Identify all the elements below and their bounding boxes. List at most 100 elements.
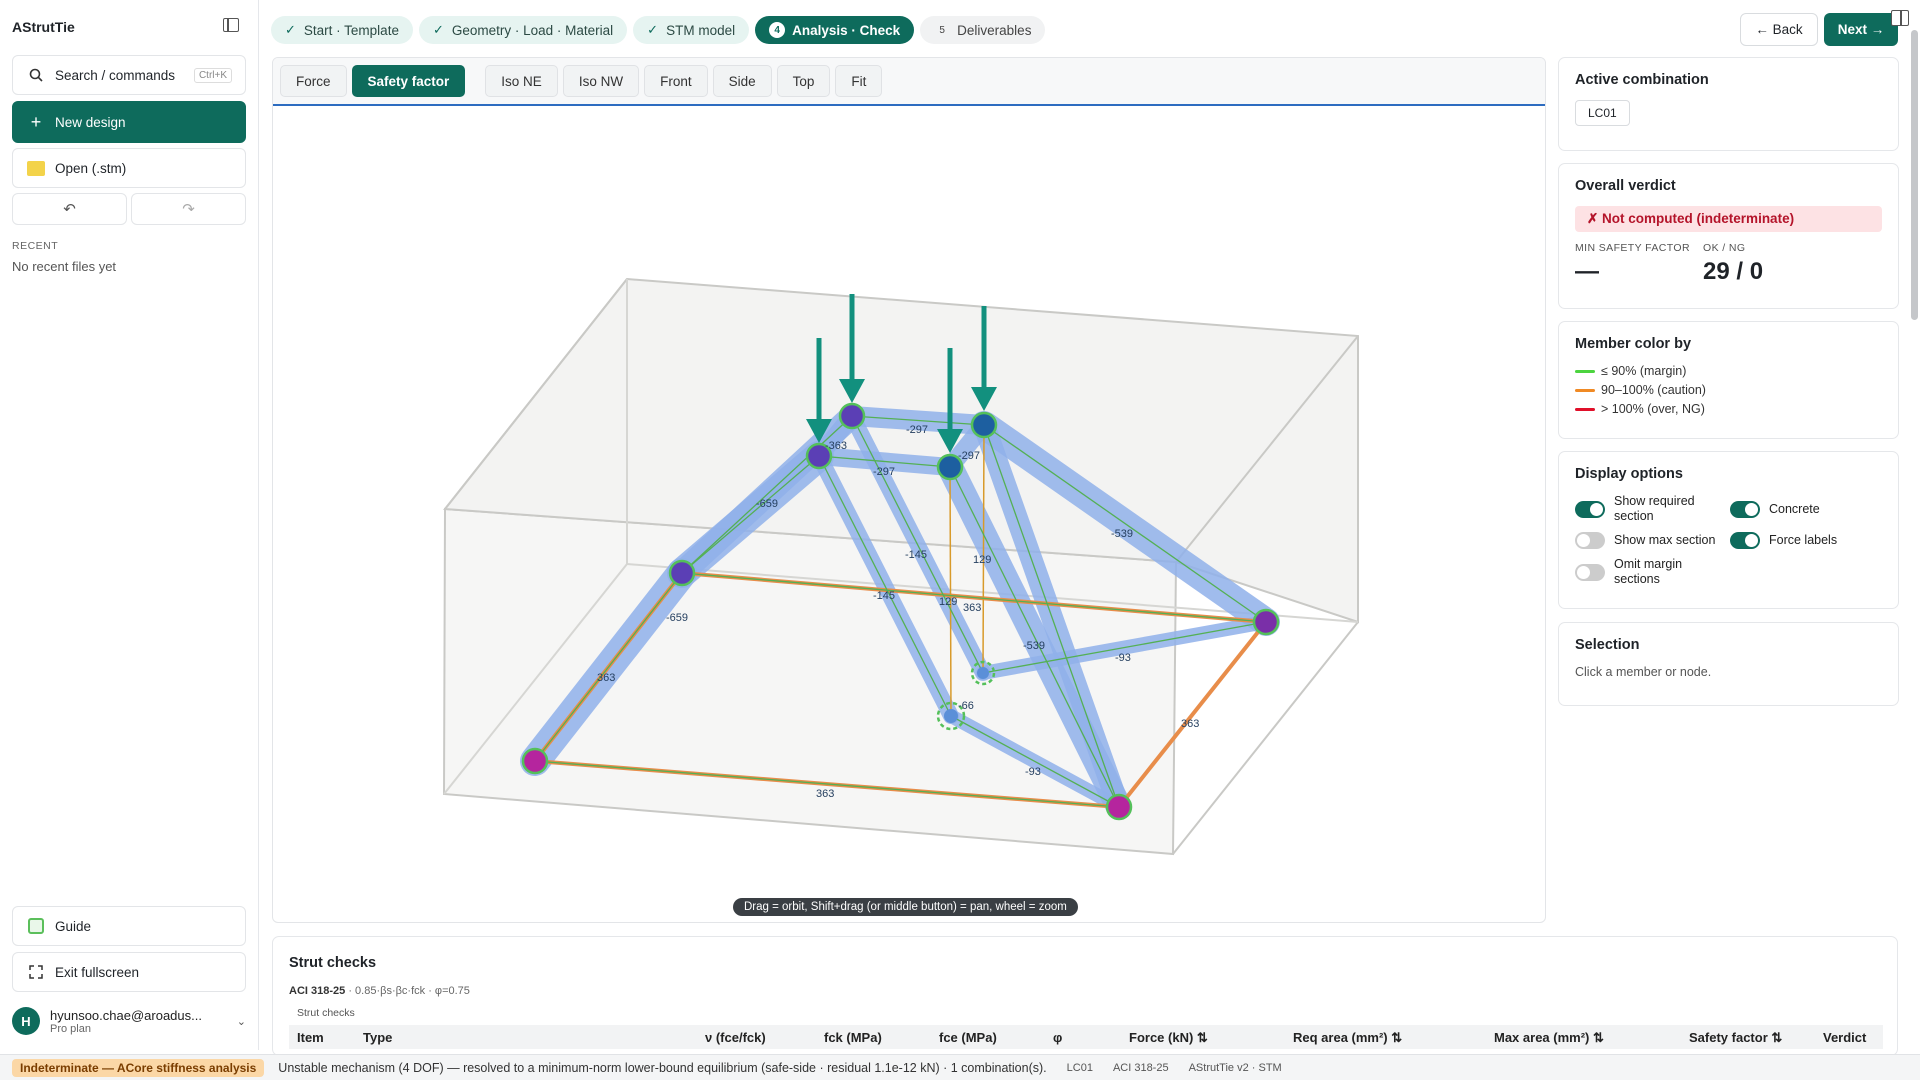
plus-icon: + [30,111,42,132]
search-commands-button[interactable]: Search / commands Ctrl+K [12,55,246,95]
force-label: -363 [825,440,847,452]
col-verdict[interactable]: Verdict [1823,1030,1866,1045]
status-bar: Indeterminate — ACore stiffness analysis… [0,1054,1920,1080]
force-label: 363 [816,788,834,800]
toggle-switch[interactable] [1575,500,1605,518]
next-button[interactable]: Next → [1824,13,1898,46]
option-label: Show max section [1614,533,1716,547]
red-swatch [1575,407,1595,411]
exit-fullscreen-button[interactable]: Exit fullscreen [12,952,246,992]
force-label: 129 [939,596,957,608]
col-nu[interactable]: ν (fce/fck) [705,1030,766,1045]
view-fit-button[interactable]: Fit [835,65,883,97]
guide-button[interactable]: Guide [12,906,246,946]
toggle-switch[interactable] [1730,532,1760,549]
col-req-area[interactable]: Req area (mm²) ⇅ [1293,1030,1402,1046]
force-labels-toggle[interactable]: Force labels [1730,532,1880,549]
concrete-toggle[interactable]: Concrete [1730,494,1880,524]
toggle-switch[interactable] [1730,500,1760,518]
strut-checks-subheading: Strut checks [297,1007,355,1019]
force-label: -659 [666,612,688,624]
open-file-button[interactable]: Open (.stm) [12,148,246,188]
col-item[interactable]: Item [297,1030,324,1045]
concrete-block [442,277,1359,856]
legend-margin: ≤ 90% (margin) [1575,364,1882,378]
status-message: Unstable mechanism (4 DOF) — resolved to… [278,1060,1047,1075]
col-safety-factor[interactable]: Safety factor ⇅ [1689,1030,1782,1046]
active-combination-title: Active combination [1575,72,1709,88]
selection-card: Selection Click a member or node. [1558,622,1899,706]
legend-label: > 100% (over, NG) [1601,402,1705,416]
col-max-area[interactable]: Max area (mm²) ⇅ [1494,1030,1604,1046]
overall-verdict-card: Overall verdict ✗ Not computed (indeterm… [1558,163,1899,309]
view-top-button[interactable]: Top [776,65,831,97]
fullscreen-icon [26,965,46,979]
col-type[interactable]: Type [363,1030,392,1045]
view-side-button[interactable]: Side [712,65,772,97]
view-iso-ne-button[interactable]: Iso NE [485,65,558,97]
verdict-title: Overall verdict [1575,178,1676,194]
min-safety-factor-label: MIN SAFETY FACTOR [1575,242,1690,254]
step-label: Geometry · Load · Material [451,22,614,38]
new-design-button[interactable]: + New design [12,101,246,143]
search-shortcut: Ctrl+K [193,67,232,83]
user-menu[interactable]: H hyunsoo.chae@aroadus... Pro plan ⌄ [12,1000,246,1042]
col-fck[interactable]: fck (MPa) [824,1030,882,1045]
back-button[interactable]: ← Back [1740,13,1818,46]
selection-title: Selection [1575,637,1640,653]
show-max-section-toggle[interactable]: Show max section [1575,532,1730,549]
mode-force-button[interactable]: Force [280,65,347,97]
status-combo: LC01 [1066,1061,1093,1074]
stm-model-canvas[interactable]: -297 -363 -297 -297 -659 -659 -145 -145 … [273,108,1545,923]
mode-safety-factor-button[interactable]: Safety factor [351,65,466,97]
check-icon: ✓ [647,22,659,37]
undo-button[interactable]: ↶ [12,193,127,225]
combination-chip[interactable]: LC01 [1575,100,1630,126]
omit-margin-sections-toggle[interactable]: Omit margin sections [1575,557,1730,587]
open-label: Open (.stm) [55,160,127,176]
panel-toggle-icon[interactable] [1891,10,1909,26]
step-deliverables[interactable]: 5 Deliverables [920,16,1046,44]
show-required-section-toggle[interactable]: Show required section [1575,494,1730,524]
user-plan: Pro plan [50,1022,91,1035]
col-phi[interactable]: φ [1053,1030,1062,1045]
new-design-label: New design [55,114,126,130]
col-force[interactable]: Force (kN) ⇅ [1129,1030,1208,1046]
recent-heading: RECENT [12,240,59,252]
step-stm-model[interactable]: ✓ STM model [633,16,750,44]
redo-button[interactable]: ↷ [131,193,246,225]
step-start-template[interactable]: ✓ Start · Template [271,16,413,44]
orange-swatch [1575,388,1595,392]
design-code: ACI 318-25 [289,985,346,997]
step-analysis-check[interactable]: 4 Analysis · Check [755,16,915,44]
option-label: Omit margin sections [1614,557,1683,586]
ok-ng-value: 29 / 0 [1703,258,1764,285]
orbit-hint: Drag = orbit, Shift+drag (or middle butt… [733,898,1078,916]
workflow-steps: ✓ Start · Template ✓ Geometry · Load · Mat… [271,15,1046,45]
verdict-status: ✗ Not computed (indeterminate) [1575,206,1882,232]
force-label: 363 [963,602,981,614]
toggle-switch[interactable] [1575,532,1605,549]
guide-label: Guide [55,918,92,934]
col-fce[interactable]: fce (MPa) [939,1030,997,1045]
view-iso-nw-button[interactable]: Iso NW [562,65,640,97]
step-label: Analysis · Check [792,22,901,38]
force-label: -145 [905,549,927,561]
redo-icon: ↷ [182,201,195,218]
toggle-switch[interactable] [1575,563,1605,581]
collapse-sidebar-icon[interactable] [223,18,239,32]
check-icon: ✓ [432,22,444,37]
scrollbar[interactable] [1911,30,1918,320]
force-label: -297 [906,424,928,436]
display-options-title: Display options [1575,466,1683,482]
viewport-toolbar: Force Safety factor Iso NE Iso NW Front … [273,58,1545,106]
legend-label: 90–100% (caution) [1601,383,1706,397]
member-color-card: Member color by ≤ 90% (margin) 90–100% (… [1558,321,1899,439]
force-label: 129 [973,554,991,566]
3d-viewport[interactable]: Force Safety factor Iso NE Iso NW Front … [272,57,1546,923]
view-front-button[interactable]: Front [644,65,708,97]
force-label: 363 [597,672,615,684]
avatar: H [12,1007,40,1035]
legend-label: ≤ 90% (margin) [1601,364,1687,378]
step-geometry[interactable]: ✓ Geometry · Load · Material [418,16,628,44]
